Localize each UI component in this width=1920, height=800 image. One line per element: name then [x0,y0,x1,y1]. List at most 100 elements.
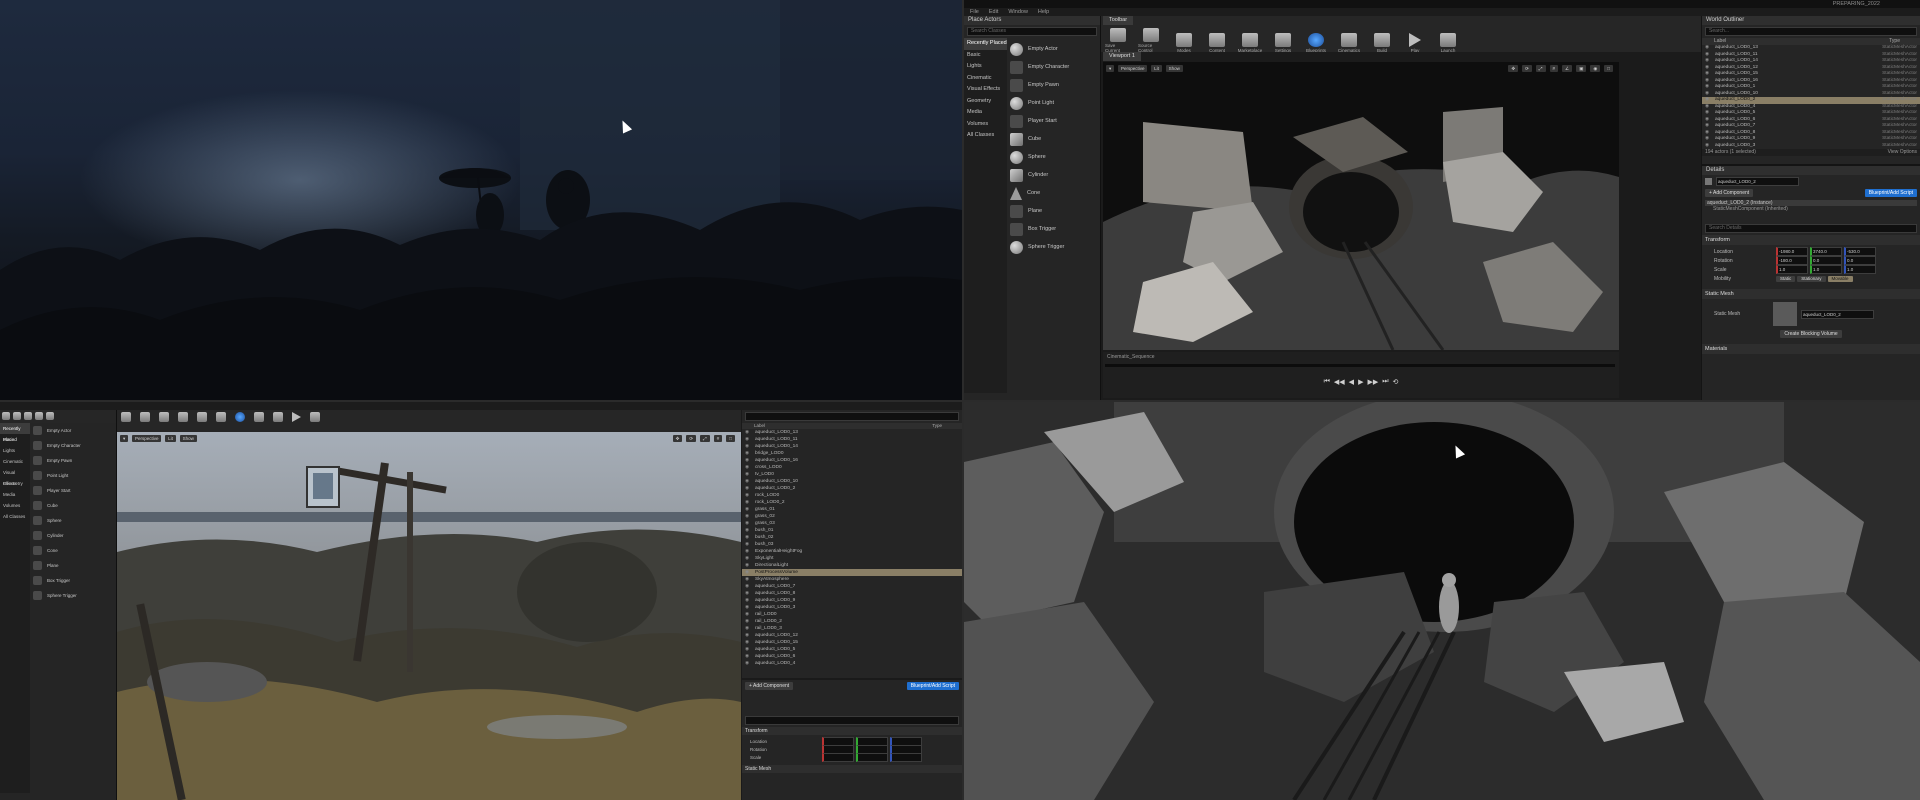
outliner-row[interactable]: ◉ grass_02 [742,513,962,520]
perspective-button[interactable]: Perspective [131,435,162,442]
transform-section-header[interactable]: Transform [1702,235,1920,245]
landscape-mode-icon[interactable] [24,412,32,420]
launch-icon[interactable] [310,412,320,422]
menu-window[interactable]: Window [1008,9,1028,15]
rotate-tool[interactable]: ⟳ [686,435,697,442]
mobility-stationary[interactable]: Stationary [1797,275,1826,282]
loop-button[interactable]: ⟲ [1393,378,1399,386]
scale-x-field-2[interactable] [822,752,854,762]
outliner-row[interactable]: ◉ aqueduct_LOD0_9 [742,597,962,604]
content-button[interactable]: Content [1204,33,1230,53]
lit-button[interactable]: Lit [165,435,176,442]
category-all-classes[interactable]: All Classes [964,130,1007,142]
eye-icon[interactable]: ◉ [745,527,751,534]
paint-mode-icon[interactable] [13,412,21,420]
tab-viewport[interactable]: Viewport 1 [1103,52,1141,61]
place-item[interactable]: Player Start [30,483,116,498]
add-component-button[interactable]: + Add Component [1705,189,1754,197]
place-item[interactable]: Plane [30,558,116,573]
location-y-field[interactable]: 3740.0 [1810,247,1842,256]
eye-icon[interactable]: ◉ [745,576,751,583]
menu-help[interactable]: Help [1038,9,1049,15]
materials-section-header[interactable]: Materials [1702,344,1920,354]
eye-icon[interactable]: ◉ [745,625,751,632]
eye-icon[interactable]: ◉ [745,569,751,576]
place-actors-search[interactable]: Search Classes [967,27,1097,36]
outliner-row[interactable]: ◉ aqueduct_LOD0_14 [742,443,962,450]
outliner-row[interactable]: ◉ aqueduct_LOD0_4 [742,660,962,667]
scale-snap-toggle[interactable]: ▣ [1576,65,1587,72]
cinematics-button[interactable]: Cinematics [1336,33,1362,53]
blueprint-add-script-button[interactable]: Blueprint/Add Script [1864,189,1917,197]
place-item[interactable]: Cylinder [1007,166,1100,184]
outliner-row[interactable]: ◉ bush_02 [742,534,962,541]
mobility-static[interactable]: Static [1776,275,1796,282]
source-control-icon[interactable] [140,412,150,422]
tab-toolbar[interactable]: Toolbar [1103,16,1134,25]
source-control-button[interactable]: Source Control [1138,28,1164,53]
grid-snap-toggle[interactable]: # [713,435,723,442]
outliner-col-type[interactable]: Type [1889,38,1920,45]
scale-z-field[interactable]: 1.0 [1844,265,1876,274]
menu-edit[interactable]: Edit [989,9,998,15]
place-item[interactable]: Cone [1007,184,1100,202]
details-search-2[interactable] [745,716,959,725]
viewport-3d-scene[interactable]: ▾ Perspective Lit Show ✥ ⟳ ⤢ # ∠ ▣ ◉ □ [1103,62,1619,350]
outliner-row[interactable]: ◉ rail_LOD0_3 [742,625,962,632]
outliner-col-type-2[interactable]: Type [932,423,962,429]
outliner-row[interactable]: ◉ grass_03 [742,520,962,527]
place-item[interactable]: Box Trigger [30,573,116,588]
place-item[interactable]: Sphere Trigger [30,588,116,603]
step-back-button[interactable]: ◀◀ [1334,378,1345,386]
category-geometry[interactable]: Geometry [964,96,1007,108]
rotation-y-field[interactable]: 0.0 [1810,256,1842,265]
eye-icon[interactable]: ◉ [745,660,751,667]
eye-icon[interactable]: ◉ [745,492,751,499]
transform-section-header-2[interactable]: Transform [742,727,962,735]
eye-icon[interactable]: ◉ [745,506,751,513]
blueprint-add-script-button-2[interactable]: Blueprint/Add Script [906,682,959,690]
outliner-row[interactable]: ◉ aqueduct_LOD0_6 [742,653,962,660]
eye-icon[interactable]: ◉ [745,618,751,625]
eye-icon[interactable]: ◉ [745,513,751,520]
outliner-col-label[interactable]: Label [1714,38,1726,45]
place-item[interactable]: Sphere Trigger [1007,238,1100,256]
outliner-row[interactable]: ◉ aqueduct_LOD0_3 [742,604,962,611]
static-mesh-section-header-2[interactable]: Static Mesh [742,765,962,773]
outliner-row[interactable]: ◉ bush_03 [742,541,962,548]
outliner-row[interactable]: ◉ cross_LOD0 [742,464,962,471]
location-x-field[interactable]: -1980.0 [1776,247,1808,256]
settings-button[interactable]: Settings [1270,33,1296,53]
gear-icon[interactable] [216,412,226,422]
menu-file[interactable]: File [970,9,979,15]
details-search[interactable]: Search Details [1705,224,1917,233]
viewport-options-button[interactable]: ▾ [120,435,129,442]
translate-tool[interactable]: ✥ [672,435,683,442]
cinematics-icon[interactable] [254,412,264,422]
outliner-row[interactable]: ◉ SkyAtmosphere [742,576,962,583]
scale-tool[interactable]: ⤢ [1535,65,1546,72]
place-item[interactable]: Cube [1007,130,1100,148]
outliner-row[interactable]: ◉ bush_01 [742,527,962,534]
eye-icon[interactable]: ◉ [745,450,751,457]
place-item[interactable]: Point Light [30,468,116,483]
viewport-options-button[interactable]: ▾ [1106,65,1115,72]
jump-end-button[interactable]: ⏭ [1382,378,1388,386]
category-lights[interactable]: Lights [964,61,1007,73]
static-mesh-dropdown[interactable]: aqueduct_LOD0_2 [1801,309,1874,319]
mobility-movable[interactable]: Movable [1827,275,1853,282]
outliner-row[interactable]: ◉ rock_LOD0_2 [742,499,962,506]
play-button[interactable]: Play [1402,33,1428,53]
viewport-3d-scene-2[interactable]: ▾ Perspective Lit Show ✥ ⟳ ⤢ # □ [117,432,741,800]
eye-icon[interactable]: ◉ [745,639,751,646]
lit-button[interactable]: Lit [1151,65,1162,72]
category-cinematic[interactable]: Cinematic [964,73,1007,85]
scale-tool[interactable]: ⤢ [700,435,710,442]
place-item[interactable]: Empty Actor [1007,40,1100,58]
rotation-z-field[interactable]: 0.0 [1844,256,1876,265]
content-icon[interactable] [178,412,188,422]
category-recently-placed[interactable]: Recently Placed [964,38,1007,50]
outliner-search[interactable]: Search... [1705,27,1917,36]
translate-tool[interactable]: ✥ [1508,65,1519,72]
outliner-row[interactable]: ◉ rail_LOD0_2 [742,618,962,625]
